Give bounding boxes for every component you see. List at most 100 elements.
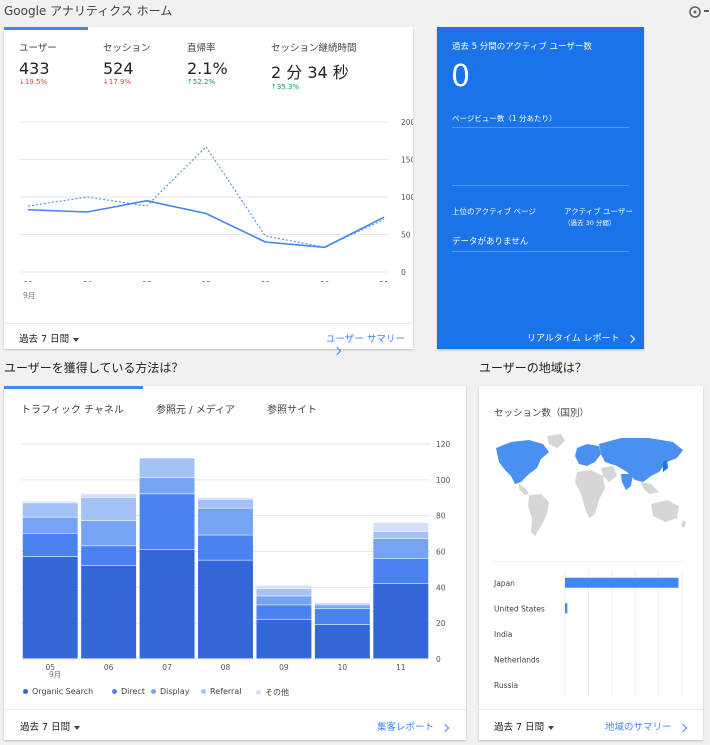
date-range-label: 過去 7 日間 (494, 722, 545, 733)
users-summary-link[interactable]: ユーザー サマリー (326, 331, 413, 356)
legend-label: Direct (121, 687, 145, 696)
x-tick-label: 07 (142, 280, 152, 282)
x-tick-label: 08 (201, 280, 211, 282)
metric-delta: ↑35.3% (271, 83, 300, 91)
date-range-dropdown[interactable]: 過去 7 日間 (20, 719, 81, 733)
legend-swatch (23, 689, 28, 694)
bar-segment (22, 503, 78, 517)
metric-value: 2.1% (187, 59, 228, 78)
legend-swatch (256, 690, 261, 695)
x-tick-label: 07 (162, 663, 172, 672)
legend-label: Referral (210, 687, 242, 696)
active-users-header-sub: （過去 30 分間） (564, 219, 616, 227)
geo-card-title: セッション数（国別） (494, 408, 590, 419)
metric-label: セッション継続時間 (271, 43, 357, 54)
map-central-america (519, 484, 529, 495)
country-bar (565, 603, 568, 614)
bar-segment (139, 549, 195, 659)
bar-segment (22, 517, 78, 533)
refresh-icon[interactable] (688, 4, 702, 18)
map-north-america (496, 440, 549, 484)
bar-segment (198, 499, 253, 508)
active-users-header: アクティブ ユーザー （過去 30 分間） (564, 206, 633, 229)
y-tick-label: 120 (436, 440, 451, 449)
x-tick-label: 06 (104, 663, 114, 672)
users-line-chart: 0 50 100 150 200 05 06 07 08 09 10 11 (19, 118, 413, 282)
acquisition-card: トラフィック チャネル 参照元 / メディア 参照サイト 0 20 40 60 80 10… (4, 386, 466, 740)
date-range-dropdown[interactable]: 過去 7 日間 (494, 719, 555, 733)
y-tick-label: 60 (436, 548, 446, 557)
acquisition-report-link[interactable]: 集客レポート (377, 719, 450, 733)
metric-delta: ↓17.9% (103, 78, 132, 86)
bar-segment (256, 589, 312, 596)
x-tick-label: 09 (279, 663, 289, 672)
chevron-down-icon (548, 725, 555, 730)
bar-segment (256, 605, 312, 619)
bar-segment (198, 508, 253, 535)
geo-card: セッション数（国別） 0%20%40%60%80%100%JapanUnited… (479, 386, 703, 740)
bar-segment (314, 608, 370, 625)
chevron-down-icon (73, 337, 80, 342)
legend-label: その他 (265, 688, 289, 697)
active-users-header-label: アクティブ ユーザー (564, 207, 633, 216)
realtime-value: 0 (451, 59, 471, 94)
metric-bounce-rate[interactable]: 直帰率 2.1% ↑52.2% (187, 40, 228, 86)
bar-segment (198, 535, 253, 560)
bar-segment (81, 497, 137, 521)
legend-label: Display (160, 687, 190, 696)
divider (479, 709, 703, 710)
metric-sessions[interactable]: セッション 524 ↓17.9% (103, 40, 151, 86)
geo-summary-label: 地域のサマリー (605, 722, 672, 733)
legend-item: Direct (112, 687, 145, 696)
bar-segment (22, 501, 78, 503)
bar-segment (139, 494, 195, 550)
bar-segment (373, 522, 429, 532)
realtime-title: 過去 5 分間のアクティブ ユーザー数 (452, 42, 592, 52)
bar-segment (139, 458, 195, 478)
tab-active-indicator (4, 386, 143, 389)
metric-users[interactable]: ユーザー 433 ↓19.5% (19, 40, 57, 86)
divider (4, 323, 413, 324)
date-range-dropdown[interactable]: 過去 7 日間 (19, 331, 80, 345)
legend-label: Organic Search (32, 687, 94, 696)
y-tick-label: 100 (436, 476, 451, 485)
metric-value: 2 分 34 秒 (271, 63, 349, 82)
chevron-right-icon (332, 346, 342, 355)
geo-summary-link[interactable]: 地域のサマリー (605, 719, 687, 733)
metric-session-duration[interactable]: セッション継続時間 2 分 34 秒 ↑35.3% (271, 40, 357, 91)
realtime-report-link[interactable]: リアルタイム レポート (527, 331, 635, 344)
y-tick-label: 150 (401, 156, 413, 165)
country-label: Japan (493, 579, 515, 588)
country-label: Russia (494, 681, 518, 690)
bar-segment (139, 478, 195, 494)
menu-dash-icon[interactable] (704, 10, 709, 12)
y-tick-label: 40 (436, 583, 446, 592)
y-tick-label: 50 (401, 231, 411, 240)
overview-card: ユーザー 433 ↓19.5% セッション 524 ↓17.9% 直帰率 2.1… (4, 27, 413, 355)
bar-segment (256, 619, 312, 659)
tab-source-medium[interactable]: 参照元 / メディア (156, 401, 235, 416)
tab-referrals[interactable]: 参照サイト (267, 401, 317, 416)
chevron-right-icon (626, 334, 635, 343)
metric-tab-active-indicator (4, 27, 88, 30)
world-map (496, 434, 686, 536)
map-south-america (528, 494, 549, 536)
legend-swatch (151, 689, 156, 694)
series-line-current (27, 199, 385, 249)
x-tick-label: 09 (261, 280, 271, 282)
no-data-text: データがありません (452, 237, 529, 247)
x-tick-label: 11 (379, 280, 389, 282)
country-bar (565, 577, 679, 588)
x-month-label: 9月 (49, 670, 62, 679)
legend-swatch (201, 689, 206, 694)
acquisition-heading: ユーザーを獲得している方法は？ (4, 361, 184, 375)
bar-segment (22, 556, 78, 659)
bar-segment (314, 624, 370, 659)
pageviews-chart-area (452, 129, 629, 186)
bar-segment (373, 538, 429, 559)
tab-traffic-channel[interactable]: トラフィック チャネル (21, 401, 124, 416)
legend-item: Display (151, 687, 190, 696)
bar-segment (256, 596, 312, 605)
y-tick-label: 100 (401, 193, 413, 202)
traffic-channel-bar-chart: 02040608010012005 06 07 08 09 10 11 (21, 440, 451, 672)
